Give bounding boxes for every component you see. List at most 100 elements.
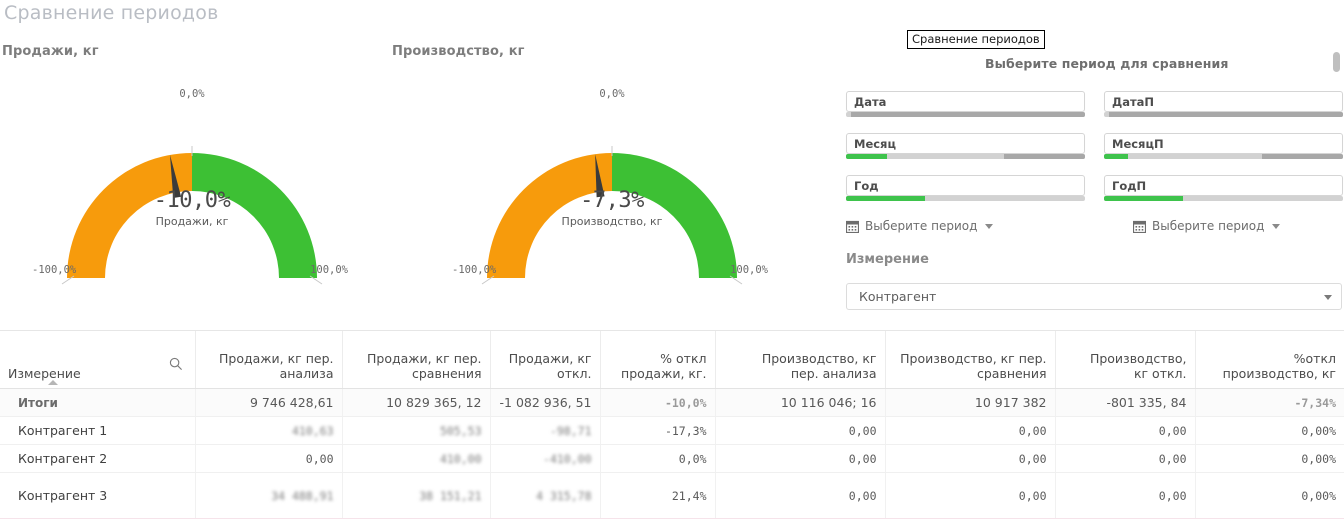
col-header-production-analysis[interactable]: Производство, кг пер. анализа <box>714 330 885 389</box>
vertical-scrollbar-thumb[interactable] <box>1333 52 1340 72</box>
gauge-production-label: Производство, кг <box>561 215 663 228</box>
table: Измерение Продажи, кг пер. анализа Прода… <box>0 330 1344 519</box>
gauge-production: 0,0% -100,0% 100,0% -7,3% Производство, … <box>442 78 782 303</box>
col-line-2: сравнения <box>976 366 1047 381</box>
col-header-sales-comparison[interactable]: Продажи, кг пер. сравнения <box>341 330 490 389</box>
dashboard-page: Сравнение периодов Продажи, кг 0,0% -100… <box>0 0 1344 527</box>
col-line-1: Продажи, кг пер. <box>367 351 482 366</box>
period-picker-right-label[interactable]: Выберите период <box>1152 219 1264 233</box>
gauge-sales-value: -10,0% <box>153 188 231 213</box>
col-header-sales-deviation-pct[interactable]: % откл продажи, кг. <box>599 330 715 389</box>
filter-year-p-label[interactable]: ГодП <box>1104 175 1343 196</box>
row-cell: 0,00 <box>714 444 885 473</box>
gauge-sales: 0,0% -100,0% 100,0% -10,0% Продажи, кг <box>22 78 362 303</box>
filter-year-label[interactable]: Год <box>846 175 1085 196</box>
col-header-sales-deviation[interactable]: Продажи, кг откл. <box>489 330 600 389</box>
col-line-2: кг откл. <box>1133 366 1187 381</box>
row-cell: 0,00 <box>884 416 1055 445</box>
filter-month[interactable]: Месяц <box>846 133 1085 159</box>
measure-label: Измерение <box>846 252 929 267</box>
filter-date-label[interactable]: Дата <box>846 91 1085 112</box>
row-cell: 0,0% <box>599 444 715 473</box>
filter-month-p-bar[interactable] <box>1104 154 1343 159</box>
filter-year-bar[interactable] <box>846 196 1085 201</box>
filter-month-label[interactable]: Месяц <box>846 133 1085 154</box>
col-line-2: анализа <box>279 366 334 381</box>
measure-select[interactable]: Контрагент <box>846 283 1342 310</box>
row-cell: 38 151,21 <box>341 472 490 519</box>
gauge-production-value: -7,3% <box>580 188 644 213</box>
col-line-1: Продажи, кг <box>508 351 592 366</box>
search-icon[interactable] <box>169 357 183 374</box>
totals-cell: -1 082 936, 51 <box>489 388 600 417</box>
row-cell: -410,00 <box>489 444 600 473</box>
col-header-production-deviation-pct[interactable]: %откл производство, кг <box>1194 330 1344 389</box>
row-cell: 0,00 <box>714 472 885 519</box>
comparison-tooltip: Сравнение периодов <box>907 30 1045 49</box>
col-line-1: % откл <box>660 351 707 366</box>
table-row[interactable]: Контрагент 3 34 488,91 38 151,21 4 315,7… <box>0 472 1344 519</box>
col-header-production-deviation[interactable]: Производство, кг откл. <box>1054 330 1195 389</box>
table-header-row: Измерение Продажи, кг пер. анализа Прода… <box>0 330 1344 389</box>
gauge-sales-tick-top: 0,0% <box>179 88 205 100</box>
comparison-table: Измерение Продажи, кг пер. анализа Прода… <box>0 330 1344 519</box>
row-cell: 0,00 <box>884 472 1055 519</box>
col-header-sales-analysis[interactable]: Продажи, кг пер. анализа <box>194 330 342 389</box>
gauge-sales-label: Продажи, кг <box>155 215 229 228</box>
col-line-1: Продажи, кг пер. <box>219 351 334 366</box>
measure-select-value[interactable]: Контрагент <box>859 289 936 304</box>
row-cell: 410,63 <box>194 416 342 445</box>
row-cell: 0,00 <box>1054 444 1195 473</box>
table-row[interactable]: Контрагент 1 410,63 505,53 -98,71 -17,3%… <box>0 416 1344 445</box>
col-line-1: Производство, кг <box>761 351 877 366</box>
table-row-totals[interactable]: Итоги 9 746 428,61 10 829 365, 12 -1 082… <box>0 388 1344 417</box>
col-line-1: Производство, кг пер. <box>900 351 1047 366</box>
sort-ascending-icon[interactable] <box>48 380 58 385</box>
totals-cell: 10 829 365, 12 <box>341 388 490 417</box>
chevron-down-icon[interactable] <box>1272 223 1281 229</box>
col-header-production-comparison[interactable]: Производство, кг пер. сравнения <box>884 330 1055 389</box>
col-line-2: производство, кг <box>1222 366 1336 381</box>
filter-date-p-label[interactable]: ДатаП <box>1104 91 1343 112</box>
col-header-measure-label: Измерение <box>8 366 81 381</box>
row-name: Контрагент 3 <box>0 472 195 519</box>
filter-date[interactable]: Дата <box>846 91 1085 117</box>
filter-month-bar[interactable] <box>846 154 1085 159</box>
col-line-2: пер. анализа <box>790 366 877 381</box>
row-cell: 21,4% <box>599 472 715 519</box>
calendar-icon <box>1132 220 1147 233</box>
filter-date-p[interactable]: ДатаП <box>1104 91 1343 117</box>
totals-cell: -801 335, 84 <box>1054 388 1195 417</box>
chevron-down-icon[interactable] <box>1324 295 1332 300</box>
filter-date-bar[interactable] <box>846 112 1085 117</box>
chevron-down-icon[interactable] <box>985 223 994 229</box>
totals-cell: 10 116 046; 16 <box>714 388 885 417</box>
row-cell: 0,00 <box>884 444 1055 473</box>
production-panel-title: Производство, кг <box>392 44 525 59</box>
row-cell: 0,00% <box>1194 444 1344 473</box>
filter-year-p-bar[interactable] <box>1104 196 1343 201</box>
row-cell: 505,53 <box>341 416 490 445</box>
gauge-production-tick-min: -100,0% <box>452 264 497 276</box>
row-cell: 0,00 <box>1054 416 1195 445</box>
filter-date-p-bar[interactable] <box>1104 112 1343 117</box>
filter-year-p[interactable]: ГодП <box>1104 175 1343 201</box>
filter-month-p-label[interactable]: МесяцП <box>1104 133 1343 154</box>
col-header-measure[interactable]: Измерение <box>0 330 195 389</box>
row-cell: 0,00% <box>1194 416 1344 445</box>
gauge-sales-tick-min: -100,0% <box>32 264 77 276</box>
col-line-1: Производство, <box>1089 351 1187 366</box>
row-name: Контрагент 2 <box>0 444 195 473</box>
period-picker-left[interactable]: Выберите период <box>845 219 994 233</box>
table-row[interactable]: Контрагент 2 0,00 410,00 -410,00 0,0% 0,… <box>0 444 1344 473</box>
period-picker-left-label[interactable]: Выберите период <box>865 219 977 233</box>
totals-cell: 10 917 382 <box>884 388 1055 417</box>
period-picker-right[interactable]: Выберите период <box>1132 219 1281 233</box>
filter-year[interactable]: Год <box>846 175 1085 201</box>
totals-cell: -10,0% <box>599 388 715 417</box>
row-cell: -17,3% <box>599 416 715 445</box>
col-line-2: откл. <box>557 366 592 381</box>
row-cell: 34 488,91 <box>194 472 342 519</box>
col-line-2: продажи, кг. <box>621 366 707 381</box>
filter-month-p[interactable]: МесяцП <box>1104 133 1343 159</box>
